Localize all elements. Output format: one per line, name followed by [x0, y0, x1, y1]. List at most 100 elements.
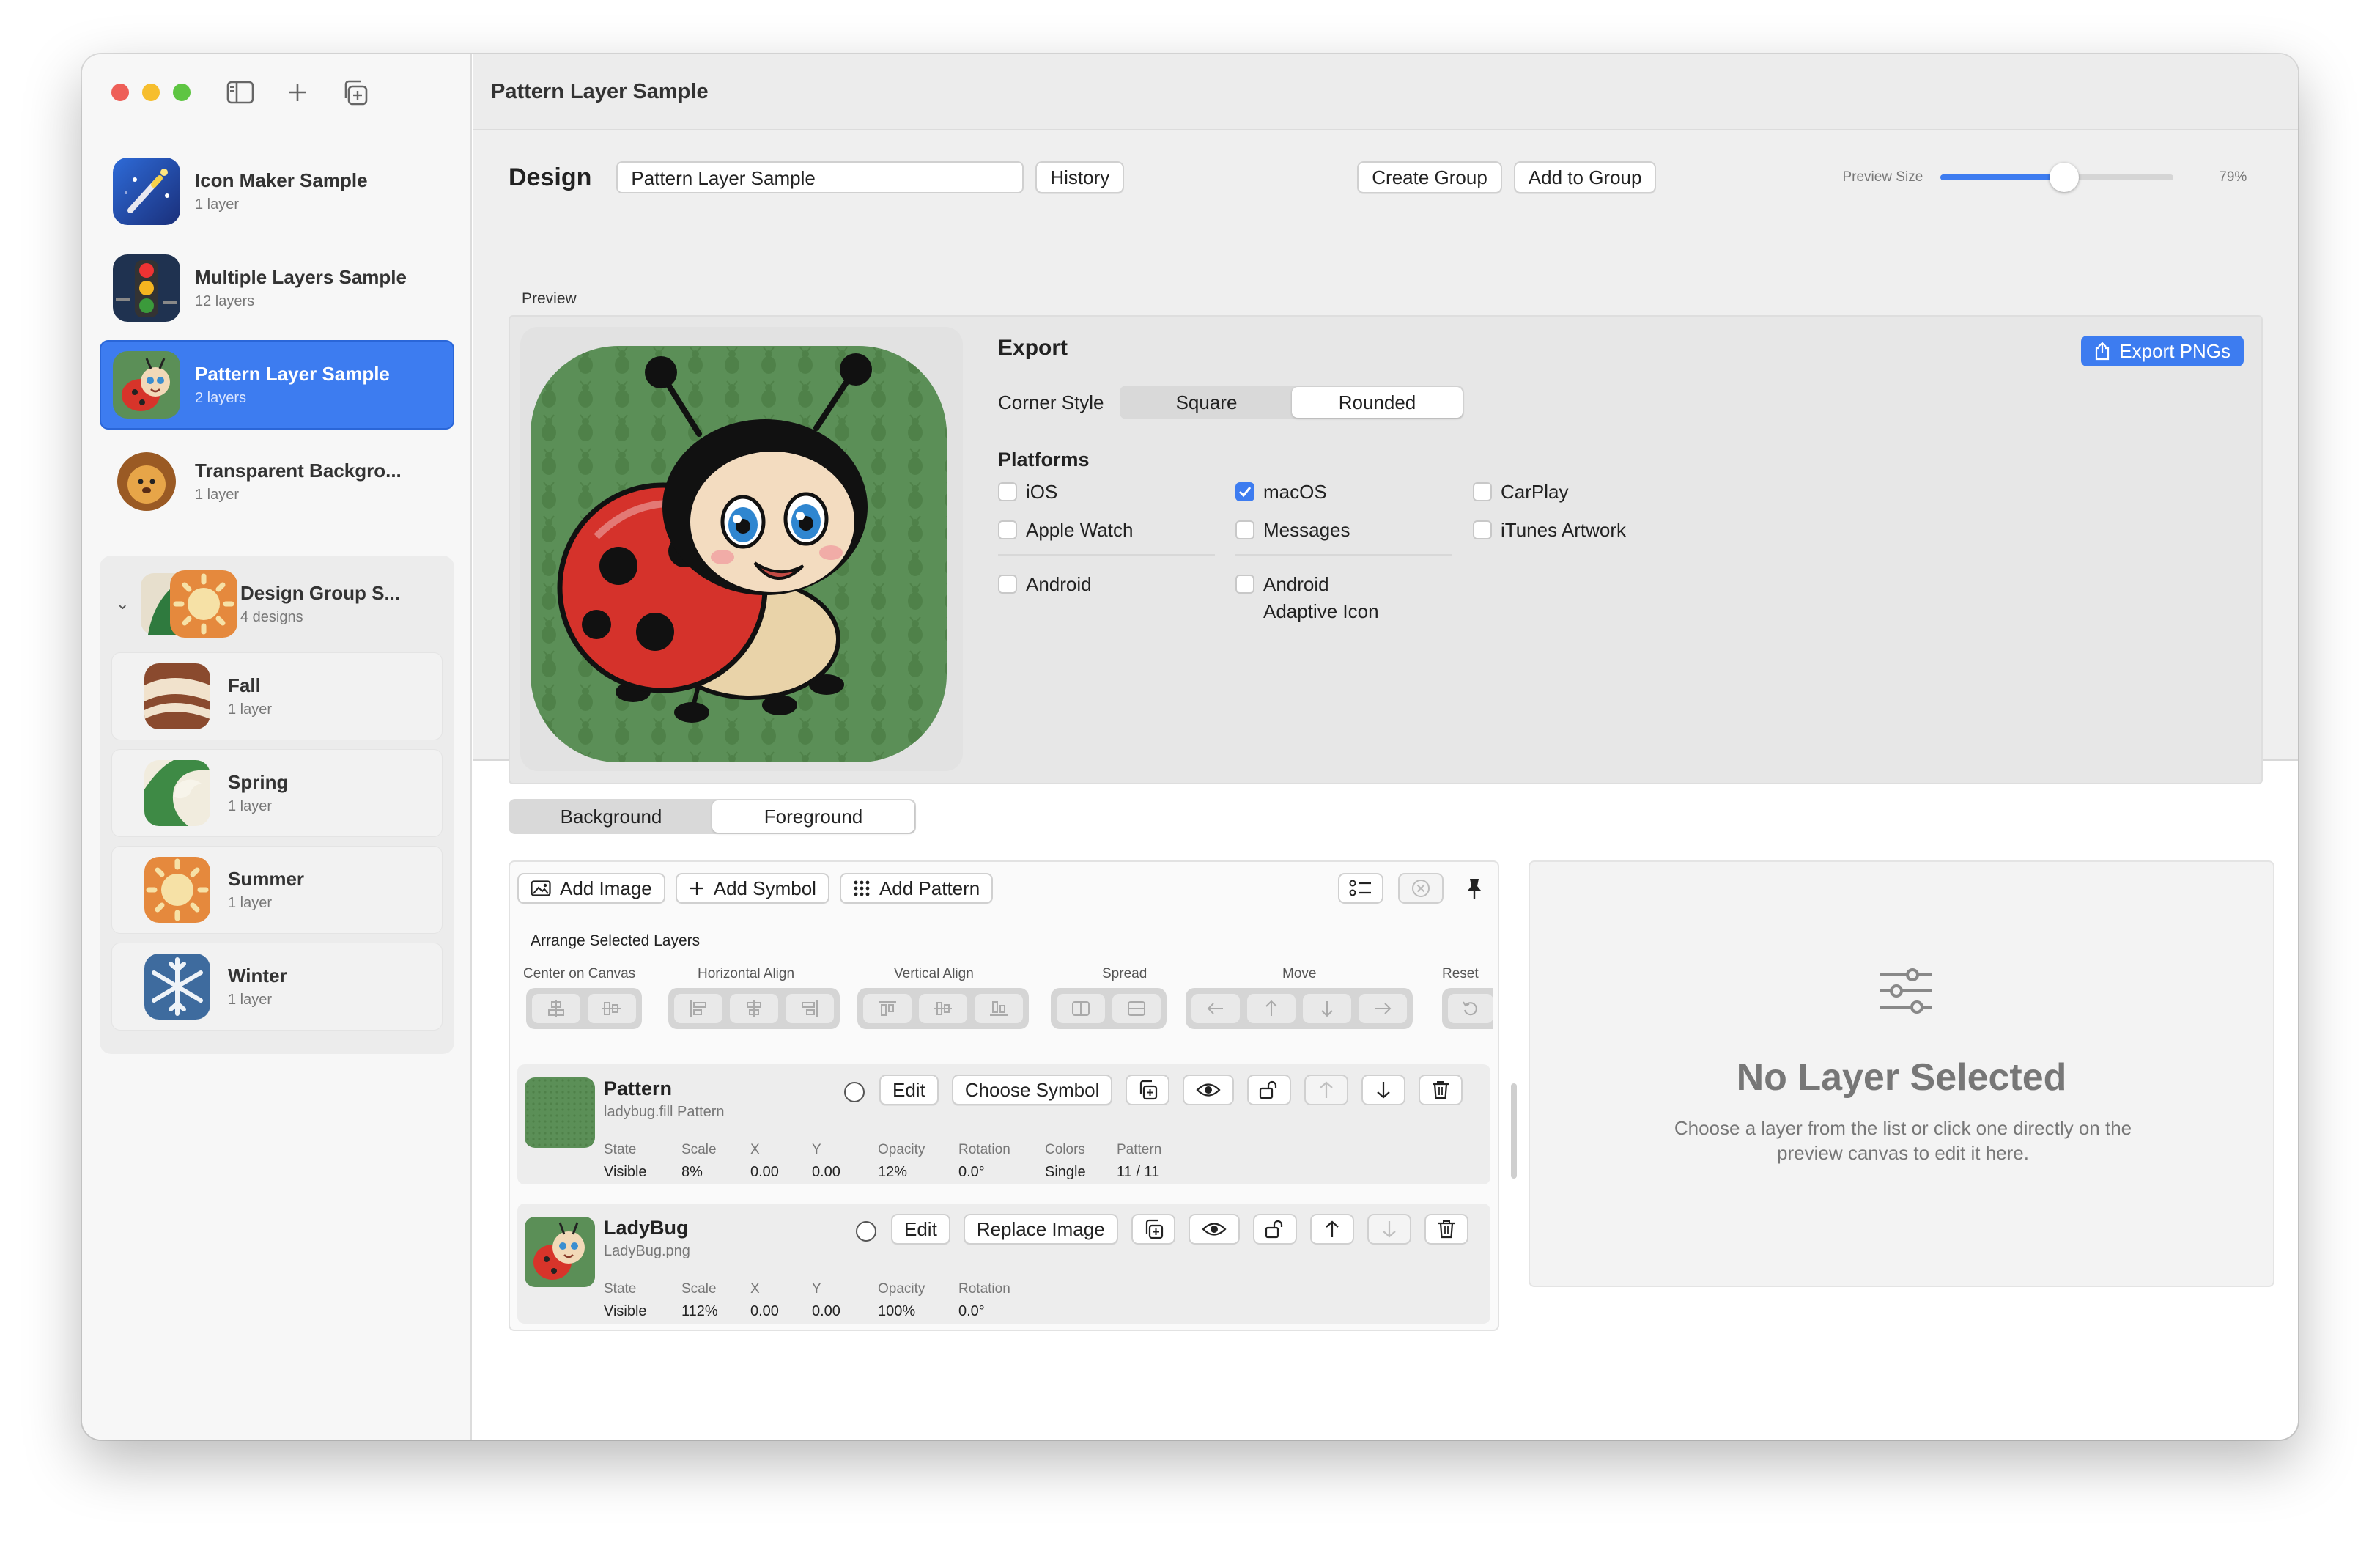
- checkbox-icon[interactable]: [1235, 575, 1254, 594]
- tab-foreground[interactable]: Foreground: [712, 800, 914, 833]
- layer-edit-button[interactable]: Edit: [891, 1214, 950, 1245]
- layer-select-radio[interactable]: [844, 1082, 865, 1102]
- layers-toolbar: Add Image Add Symbol Add Pattern: [517, 872, 1490, 904]
- add-symbol-button[interactable]: Add Symbol: [675, 873, 829, 904]
- platform-macos-checkbox[interactable]: macOS: [1235, 481, 1327, 504]
- checkmark-icon[interactable]: [1235, 482, 1254, 501]
- create-group-button[interactable]: Create Group: [1357, 161, 1502, 194]
- preview-canvas[interactable]: [520, 327, 963, 771]
- group-item-spring[interactable]: Spring 1 layer: [111, 749, 443, 837]
- horizontal-align-group: [668, 988, 840, 1029]
- reset-button[interactable]: [1448, 994, 1493, 1023]
- move-left-button[interactable]: [1191, 994, 1240, 1023]
- checkbox-icon[interactable]: [998, 482, 1017, 501]
- toggle-sidebar-button[interactable]: [224, 76, 256, 108]
- group-item-winter[interactable]: Winter 1 layer: [111, 943, 443, 1031]
- add-to-group-button[interactable]: Add to Group: [1513, 161, 1657, 194]
- chevron-down-icon[interactable]: ⌄: [116, 594, 138, 613]
- move-down-button[interactable]: [1303, 994, 1351, 1023]
- platform-itunes-artwork-checkbox[interactable]: iTunes Artwork: [1473, 519, 1626, 542]
- checkbox-icon[interactable]: [1473, 520, 1492, 539]
- checkbox-icon[interactable]: [998, 575, 1017, 594]
- lock-layer-button[interactable]: [1247, 1075, 1292, 1105]
- platform-carplay-checkbox[interactable]: CarPlay: [1473, 481, 1568, 504]
- duplicate-layer-button[interactable]: [1126, 1075, 1170, 1105]
- preview-size-slider[interactable]: [1940, 163, 2174, 192]
- toggle-visibility-button[interactable]: [1188, 1214, 1240, 1245]
- move-right-button[interactable]: [1359, 994, 1407, 1023]
- duplicate-icon: [1145, 1219, 1163, 1239]
- center-vertical-button[interactable]: [532, 994, 580, 1023]
- delete-layer-button[interactable]: [1419, 1075, 1463, 1105]
- group-item-summer[interactable]: Summer 1 layer: [111, 846, 443, 934]
- design-subtitle: 1 layer: [195, 196, 240, 213]
- layers-scrollbar[interactable]: [1511, 1083, 1517, 1179]
- layer-list-options-button[interactable]: [1338, 873, 1383, 904]
- pin-panel-button[interactable]: [1458, 873, 1490, 904]
- layer-row-pattern[interactable]: Pattern ladybug.fill Pattern Edit Choose…: [517, 1064, 1490, 1184]
- design-item-icon-maker[interactable]: Icon Maker Sample 1 layer: [100, 147, 454, 236]
- corner-rounded-option[interactable]: Rounded: [1292, 387, 1463, 418]
- design-item-pattern-layer[interactable]: Pattern Layer Sample 2 layers: [100, 340, 454, 430]
- group-item-fall[interactable]: Fall 1 layer: [111, 652, 443, 740]
- design-group-header[interactable]: ⌄ Design Group S... 4 designs: [100, 556, 454, 652]
- arrow-right-icon: [1375, 1003, 1392, 1014]
- spread-vertical-button[interactable]: [1112, 994, 1161, 1023]
- pattern-layer-thumbnail: [525, 1077, 595, 1148]
- layer-select-radio[interactable]: [856, 1221, 876, 1242]
- add-image-button[interactable]: Add Image: [517, 873, 665, 904]
- duplicate-layer-button[interactable]: [1131, 1214, 1175, 1245]
- choose-symbol-button[interactable]: Choose Symbol: [951, 1075, 1113, 1105]
- align-right-button[interactable]: [786, 994, 834, 1023]
- checkbox-icon[interactable]: [998, 520, 1017, 539]
- new-design-button[interactable]: [281, 76, 314, 108]
- layer-row-ladybug[interactable]: LadyBug LadyBug.png Edit Replace Image S…: [517, 1204, 1490, 1324]
- delete-layer-button[interactable]: [1424, 1214, 1468, 1245]
- lock-layer-button[interactable]: [1252, 1214, 1297, 1245]
- move-layer-up-button[interactable]: [1304, 1075, 1349, 1105]
- minimize-window-button[interactable]: [142, 84, 160, 101]
- preview-size-slider-knob[interactable]: [2049, 163, 2079, 192]
- center-horizontal-button[interactable]: [588, 994, 636, 1023]
- move-layer-up-button[interactable]: [1309, 1214, 1354, 1245]
- history-button[interactable]: History: [1035, 161, 1125, 194]
- toggle-visibility-button[interactable]: [1183, 1075, 1235, 1105]
- corner-square-option[interactable]: Square: [1121, 387, 1292, 418]
- stat-scale: Scale 112%: [681, 1281, 718, 1319]
- platform-ios-checkbox[interactable]: iOS: [998, 481, 1057, 504]
- platform-messages-checkbox[interactable]: Messages: [1235, 519, 1350, 542]
- zoom-window-button[interactable]: [173, 84, 191, 101]
- platform-apple-watch-checkbox[interactable]: Apple Watch: [998, 519, 1133, 542]
- align-middle-button[interactable]: [919, 994, 967, 1023]
- close-window-button[interactable]: [111, 84, 129, 101]
- design-item-multiple-layers[interactable]: Multiple Layers Sample 12 layers: [100, 243, 454, 333]
- add-pattern-button[interactable]: Add Pattern: [839, 873, 994, 904]
- spread-horizontal-button[interactable]: [1057, 994, 1105, 1023]
- move-layer-down-button[interactable]: [1367, 1214, 1411, 1245]
- ladybug-icon-preview[interactable]: [531, 346, 947, 762]
- checkbox-icon[interactable]: [1235, 520, 1254, 539]
- platform-android-checkbox[interactable]: Android: [998, 573, 1092, 596]
- move-up-button[interactable]: [1247, 994, 1296, 1023]
- window-title: Pattern Layer Sample: [491, 79, 709, 103]
- new-group-button[interactable]: [339, 76, 371, 108]
- title-bar: Pattern Layer Sample: [473, 54, 2298, 130]
- platform-label: Messages: [1263, 519, 1350, 541]
- align-bottom-button[interactable]: [975, 994, 1023, 1023]
- design-title: Transparent Backgro...: [195, 460, 402, 482]
- arrow-up-icon: [1265, 1000, 1277, 1016]
- replace-image-button[interactable]: Replace Image: [963, 1214, 1118, 1245]
- design-name-field[interactable]: Pattern Layer Sample: [616, 161, 1024, 194]
- design-item-transparent-background[interactable]: Transparent Backgro... 1 layer: [100, 437, 454, 526]
- export-pngs-button[interactable]: Export PNGs: [2081, 336, 2244, 366]
- deselect-layers-button[interactable]: [1398, 873, 1444, 904]
- platform-android-adaptive-checkbox[interactable]: Android Adaptive Icon: [1235, 573, 1379, 623]
- tab-background[interactable]: Background: [510, 800, 712, 833]
- move-layer-down-button[interactable]: [1361, 1075, 1406, 1105]
- align-center-button[interactable]: [730, 994, 778, 1023]
- align-left-button[interactable]: [674, 994, 722, 1023]
- align-center-v-icon: [548, 1000, 564, 1017]
- align-top-button[interactable]: [863, 994, 912, 1023]
- layer-edit-button[interactable]: Edit: [879, 1075, 939, 1105]
- checkbox-icon[interactable]: [1473, 482, 1492, 501]
